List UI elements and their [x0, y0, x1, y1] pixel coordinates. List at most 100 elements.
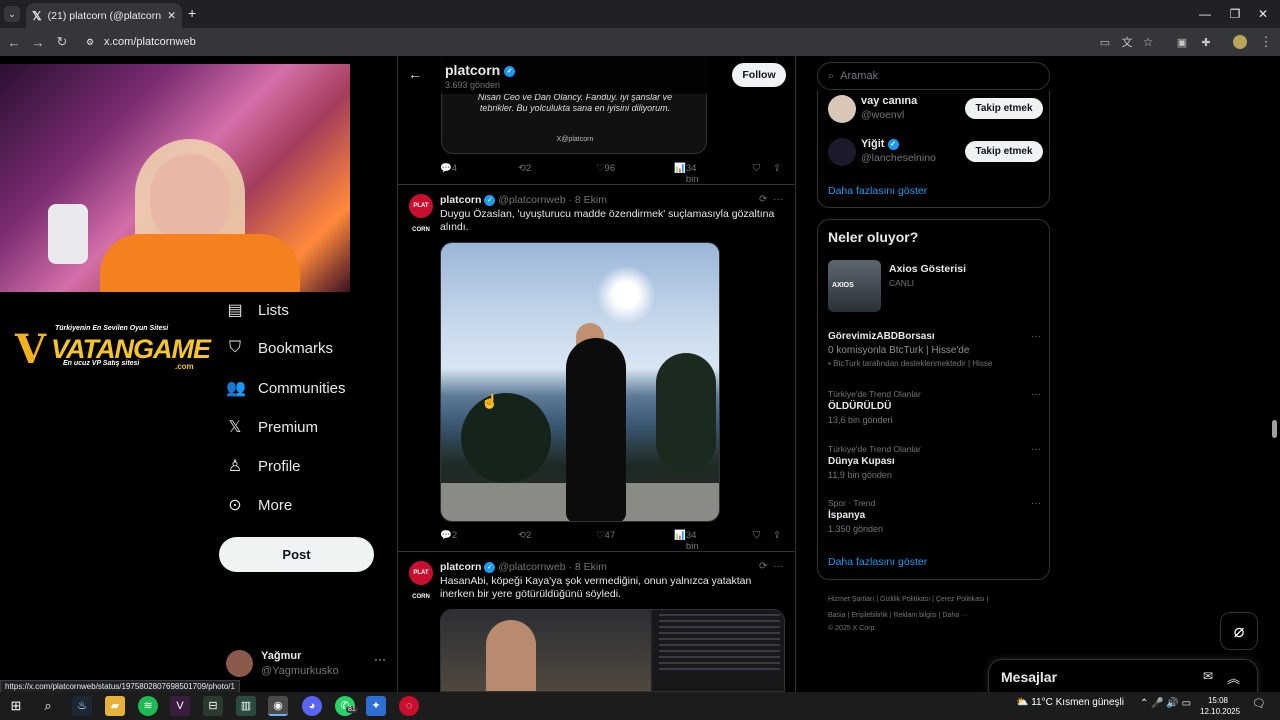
more-dots-icon[interactable]: ···: [1031, 331, 1041, 342]
messages-drawer[interactable]: Mesajlar ✉ ︽: [988, 659, 1258, 692]
weather-widget[interactable]: ⛅ 11°C Kısmen güneşli: [1016, 697, 1124, 708]
app-icon[interactable]: ✦: [366, 696, 386, 716]
bookmark-star-icon[interactable]: ☆: [1136, 35, 1160, 49]
x-logo-icon: 𝕏: [228, 419, 242, 436]
tweet-author[interactable]: platcorn: [440, 194, 481, 206]
views-button[interactable]: 📊 34 bin: [674, 530, 699, 552]
follow-button[interactable]: Follow: [732, 63, 786, 87]
show-more-link[interactable]: Daha fazlasını göster: [828, 556, 927, 568]
follow-suggestion[interactable]: vay canına @woenvl Takip etmek: [828, 95, 1043, 125]
account-switcher[interactable]: Yağmur @Yagmurkusko ···: [226, 648, 391, 684]
expand-chevron-icon[interactable]: ︽: [1227, 668, 1240, 687]
tab-search-button[interactable]: ⌄: [4, 6, 20, 22]
profile-avatar[interactable]: [1233, 35, 1247, 49]
nav-bookmarks[interactable]: ⛉ Bookmarks: [226, 339, 333, 357]
more-dots-icon[interactable]: ···: [773, 194, 783, 205]
app-v-icon[interactable]: V: [170, 696, 190, 716]
more-dots-icon[interactable]: ···: [773, 561, 783, 572]
file-explorer-icon[interactable]: ▰: [105, 696, 125, 716]
more-dots-icon[interactable]: ···: [1031, 389, 1041, 400]
bookmark-button[interactable]: ⛉: [753, 530, 760, 541]
nav-profile[interactable]: ♙ Profile: [226, 456, 301, 476]
close-tab-icon[interactable]: ✕: [167, 10, 176, 22]
live-badge: CANLI: [889, 278, 915, 288]
trend-item[interactable]: Spor · Trend İspanya 1.350 gönderi ···: [828, 498, 1043, 534]
new-tab-button[interactable]: +: [188, 5, 196, 21]
show-more-link[interactable]: Daha fazlasını göster: [828, 185, 927, 197]
follow-suggestion[interactable]: Yiğit ✓ @lancheselnino Takip etmek: [828, 138, 1043, 168]
search-input[interactable]: ⌕ Aramak: [817, 62, 1050, 90]
tweet-author[interactable]: platcorn: [440, 561, 481, 573]
list-icon: ▤: [227, 302, 243, 319]
browser-menu-icon[interactable]: ⋮: [1254, 34, 1278, 50]
reply-button[interactable]: 💬 4: [440, 163, 457, 174]
nav-premium[interactable]: 𝕏 Premium: [226, 417, 318, 437]
forward-icon[interactable]: →: [26, 35, 50, 50]
nav-more[interactable]: ⊙ More: [226, 495, 292, 515]
avatar[interactable]: PLAT CORN: [409, 194, 433, 233]
more-dots-icon[interactable]: ···: [1031, 444, 1041, 455]
follow-button[interactable]: Takip etmek: [965, 98, 1043, 119]
views-button[interactable]: 📊 34 bin: [674, 163, 699, 185]
start-button-icon[interactable]: ⊞: [6, 696, 26, 716]
trend-item[interactable]: Türkiye'de Trend Olanlar Dünya Kupası 11…: [828, 444, 1043, 480]
grok-icon[interactable]: ⟳: [759, 194, 767, 205]
like-button[interactable]: ♡ 47: [596, 530, 615, 541]
extensions-puzzle-icon[interactable]: ✚: [1194, 36, 1218, 49]
site-info-icon[interactable]: ⚙: [86, 37, 94, 48]
more-dots-icon[interactable]: ···: [374, 652, 386, 666]
share-button[interactable]: ⇪: [773, 530, 781, 541]
post-button[interactable]: Post: [219, 537, 374, 572]
repost-button[interactable]: ⟲ 2: [518, 163, 531, 174]
app-icon[interactable]: ◌: [399, 696, 419, 716]
browser-tab-active[interactable]: 𝕏 (21) platcorn (@platcornweb) / ✕: [26, 3, 182, 28]
footer-links[interactable]: Hizmet Şartları | Gizlilik Politikası | …: [828, 592, 1038, 634]
like-button[interactable]: ♡ 96: [596, 163, 615, 174]
scrollbar[interactable]: [1270, 56, 1280, 692]
tweet-handle: @platcornweb: [498, 194, 566, 206]
nav-communities[interactable]: 👥 Communities: [226, 378, 346, 398]
close-window-button[interactable]: ✕: [1246, 0, 1280, 28]
tweet-date[interactable]: · 8 Ekim: [568, 561, 607, 573]
back-arrow-icon[interactable]: ←: [408, 66, 422, 82]
bookmark-button[interactable]: ⛉: [753, 163, 760, 174]
tweet-text: Duygu Özaslan, 'uyuşturucu madde özendir…: [440, 208, 775, 233]
avatar[interactable]: PLAT CORN: [409, 561, 433, 600]
reload-icon[interactable]: ↻: [50, 34, 74, 50]
install-icon[interactable]: ▭: [1093, 36, 1117, 49]
tweet-actions: 💬 4 ⟲ 2 ♡ 96 📊 34 bin ⛉ ⇪: [440, 163, 785, 185]
scrollbar-thumb[interactable]: [1272, 420, 1277, 438]
ad-icon: ▪: [828, 359, 831, 368]
new-message-icon[interactable]: ✉: [1203, 669, 1213, 683]
clock[interactable]: 15:08 12.10.2025: [1200, 695, 1240, 717]
chrome-icon[interactable]: ◉: [268, 696, 288, 716]
back-icon[interactable]: ←: [2, 35, 26, 50]
tweet-photo[interactable]: [440, 242, 720, 522]
promoted-trend[interactable]: GörevimizABDBorsası 0 komisyonla BtcTurk…: [828, 331, 1043, 368]
app-icon[interactable]: ⊟: [203, 696, 223, 716]
minimize-button[interactable]: —: [1188, 0, 1222, 28]
trend-item[interactable]: Türkiye'de Trend Olanlar ÖLDÜRÜLDÜ 13,6 …: [828, 389, 1043, 425]
grok-icon[interactable]: ⟳: [759, 561, 767, 572]
grok-button-icon[interactable]: ⌀: [1220, 612, 1258, 650]
nav-lists[interactable]: ▤ Lists: [226, 300, 288, 320]
system-tray[interactable]: ⌃ 🎤 🔊 ▭: [1140, 698, 1191, 709]
repost-button[interactable]: ⟲ 2: [518, 530, 531, 541]
app-icon[interactable]: ▥: [236, 696, 256, 716]
live-event-title[interactable]: Axios Gösterisi: [889, 263, 966, 275]
notifications-icon[interactable]: 🗨: [1252, 697, 1266, 710]
url-text: x.com/platcornweb: [104, 36, 196, 48]
share-button[interactable]: ⇪: [773, 163, 781, 174]
spotify-icon[interactable]: ≋: [138, 696, 158, 716]
extension-icon[interactable]: ▣: [1170, 36, 1194, 49]
tweet-date[interactable]: · 8 Ekim: [568, 194, 607, 206]
address-bar[interactable]: ⚙ x.com/platcornweb: [80, 31, 1090, 53]
follow-button[interactable]: Takip etmek: [965, 141, 1043, 162]
reply-button[interactable]: 💬 2: [440, 530, 457, 541]
discord-icon[interactable]: ◕: [302, 696, 322, 716]
live-event-thumbnail[interactable]: AXIOS: [828, 260, 881, 312]
search-icon[interactable]: ⌕: [38, 696, 58, 716]
more-dots-icon[interactable]: ···: [1031, 498, 1041, 509]
steam-icon[interactable]: ♨: [72, 696, 92, 716]
tweet-photo[interactable]: [440, 609, 785, 692]
